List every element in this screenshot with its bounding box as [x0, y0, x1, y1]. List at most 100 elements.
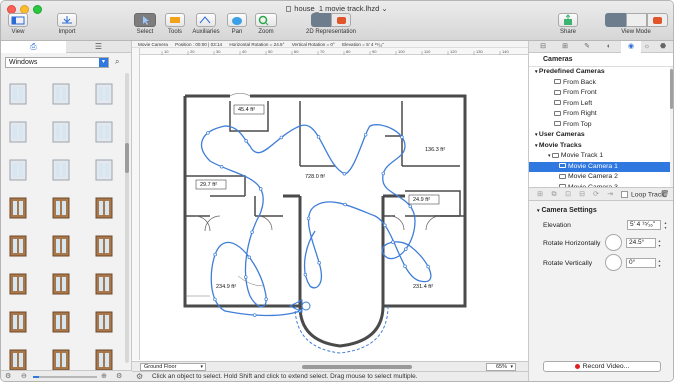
auxiliaries-button[interactable]: Auxiliaries	[191, 13, 221, 35]
elevation-field[interactable]: 5' 4 ¹⁵⁄₁₆"	[627, 220, 661, 230]
edit-track-icon[interactable]: ⊟	[577, 190, 587, 199]
catalog-item[interactable]	[50, 119, 72, 145]
add-camera-icon[interactable]: ⊞	[535, 190, 545, 199]
level-select[interactable]: Ground Floor ▾	[140, 363, 206, 371]
rotate-horizontal-field[interactable]: 24.5°	[626, 238, 656, 248]
tab-list[interactable]: ☰	[66, 41, 131, 53]
update-camera-icon[interactable]: ⟳	[591, 190, 601, 199]
tree-item[interactable]: From Left	[529, 99, 670, 110]
catalog-item[interactable]	[93, 195, 115, 221]
catalog-item[interactable]	[93, 233, 115, 259]
tree-group[interactable]: ▾ Movie Tracks	[529, 141, 670, 152]
gear-icon[interactable]: ⚙	[5, 372, 11, 380]
rotate-horizontal-stepper[interactable]: ▴ ▾	[657, 238, 662, 248]
duplicate-icon[interactable]: ⧉	[549, 190, 559, 199]
add-track-icon[interactable]: ⊡	[563, 190, 573, 199]
tree-item[interactable]: ▾ Movie Track 1	[529, 151, 670, 162]
catalog-item[interactable]	[7, 119, 29, 145]
plan-mode-icon[interactable]	[604, 13, 626, 27]
2d-view-icon[interactable]	[311, 13, 331, 27]
catalog-item[interactable]	[50, 157, 72, 183]
record-video-button[interactable]: Record Video...	[543, 361, 661, 372]
tree-group[interactable]: ▾ Predefined Cameras	[529, 67, 670, 78]
catalog-item[interactable]	[7, 81, 29, 107]
search-icon[interactable]: ⌕	[115, 57, 119, 67]
catalog-item[interactable]	[93, 271, 115, 297]
settings-icon[interactable]: ⚙	[116, 372, 122, 380]
furniture-icon: ⎙	[30, 42, 37, 51]
keyframe-point	[343, 202, 347, 207]
settings-icon[interactable]: ⚙	[136, 372, 143, 381]
catalog-item[interactable]	[93, 119, 115, 145]
rotate-vertical-stepper[interactable]: ▴ ▾	[657, 258, 662, 268]
catalog-item[interactable]	[50, 271, 72, 297]
split-mode-icon[interactable]	[625, 13, 647, 27]
view-button[interactable]: View	[5, 13, 31, 35]
floor-plan[interactable]: 45.4 ft² 136.3 ft² 29.7 ft² 728.0 ft² 24.9 f…	[140, 56, 528, 361]
track-toolbar: ⊞ ⧉ ⊡ ⊟ ⟳ ⇥ Loop Track 🗑	[529, 187, 673, 201]
status-bar: ⚙ Click an object to select. Hold Shift …	[132, 371, 528, 381]
tab-furniture[interactable]: ⎙	[1, 41, 66, 53]
cursor-icon	[134, 13, 156, 27]
rotate-horizontal-dial[interactable]	[605, 234, 622, 251]
trash-icon[interactable]: 🗑	[660, 190, 670, 199]
catalog-item[interactable]	[50, 195, 72, 221]
catalog-item[interactable]	[7, 195, 29, 221]
catalog-size-bar: ⚙ ⊖ ⊕ ⚙	[1, 370, 132, 381]
catalog-item[interactable]	[7, 233, 29, 259]
tab-edit[interactable]: ✎	[577, 41, 597, 53]
elevation-stepper[interactable]: ▴ ▾	[663, 220, 668, 230]
tree-scrollbar[interactable]	[670, 69, 673, 109]
catalog-item[interactable]	[50, 309, 72, 335]
pan-button[interactable]: Pan	[226, 13, 248, 35]
window-thumbnail-icon	[9, 83, 27, 105]
catalog-item[interactable]	[50, 233, 72, 259]
horizontal-scrollbar[interactable]	[302, 365, 412, 369]
catalog-item[interactable]	[7, 309, 29, 335]
tree-item[interactable]: From Top	[529, 120, 670, 131]
keyframe-point	[258, 187, 263, 191]
keyframe-point	[264, 297, 268, 301]
rotate-vertical-field[interactable]: 0°	[626, 258, 656, 268]
zoom-select[interactable]: 65% ▾	[486, 363, 516, 371]
thumbnail-size-slider[interactable]	[33, 376, 97, 378]
zoom-out-icon[interactable]: ⊖	[21, 372, 27, 380]
window-thumbnail-icon	[9, 121, 27, 143]
catalog-item[interactable]	[93, 309, 115, 335]
tree-item[interactable]: From Back	[529, 78, 670, 89]
3d-mode-icon[interactable]	[646, 13, 668, 27]
hand-icon	[227, 13, 247, 27]
catalog-item[interactable]	[93, 157, 115, 183]
category-select[interactable]: Windows ▾	[5, 57, 109, 68]
tree-group[interactable]: ▾ User Cameras	[529, 130, 670, 141]
tree-item[interactable]: From Front	[529, 88, 670, 99]
tree-item[interactable]: Movie Camera 1	[529, 161, 670, 172]
tree-item[interactable]: Movie Camera 2	[529, 172, 670, 183]
chevron-down-icon[interactable]: ▾	[537, 208, 540, 214]
tools-button[interactable]: Tools	[163, 13, 187, 35]
view-mode-control[interactable]: View Mode	[604, 13, 668, 35]
catalog-item[interactable]	[93, 81, 115, 107]
go-to-camera-icon[interactable]: ⇥	[605, 190, 615, 199]
zoom-in-icon[interactable]: ⊕	[101, 372, 107, 380]
loop-track-checkbox[interactable]: Loop Track	[621, 191, 665, 198]
tab-layers[interactable]: ⊟	[533, 41, 553, 53]
catalog-scrollbar[interactable]	[125, 73, 129, 363]
tree-item[interactable]: From Right	[529, 109, 670, 120]
chevron-down-icon[interactable]: ⌄	[381, 4, 387, 13]
plan-view[interactable]: Movie Camera Position : 00:00 | 03:14 Ho…	[132, 41, 528, 371]
rotate-vertical-dial[interactable]	[605, 254, 622, 271]
catalog-item[interactable]	[50, 81, 72, 107]
select-button[interactable]: Select	[132, 13, 158, 35]
zoom-button[interactable]: Zoom	[253, 13, 279, 35]
catalog-item[interactable]	[7, 271, 29, 297]
3d-view-icon[interactable]	[331, 13, 351, 27]
import-button[interactable]: Import	[53, 13, 81, 35]
representation-button[interactable]: 2D Representation	[300, 13, 362, 35]
scroll-thumb[interactable]	[125, 143, 129, 173]
share-button[interactable]: Share	[557, 13, 579, 35]
tab-styles[interactable]: ◐	[599, 41, 619, 53]
tab-render[interactable]: ⬣	[653, 41, 673, 53]
tab-objects[interactable]: ⊞	[555, 41, 575, 53]
catalog-item[interactable]	[7, 157, 29, 183]
